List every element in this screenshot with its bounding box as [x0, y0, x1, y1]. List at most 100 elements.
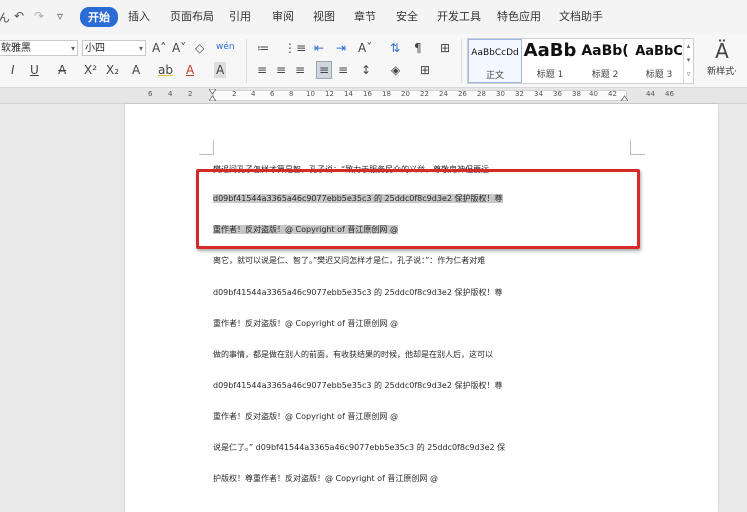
ruler-label: 36: [553, 90, 562, 98]
indent-marker-icon[interactable]: [209, 89, 216, 101]
text-line[interactable]: 做的事情，都是做在别人的前面，有收获结果的时候，他却是在别人后，这可以: [213, 346, 633, 364]
align-center-button[interactable]: ≡: [276, 62, 286, 78]
ruler-label: 30: [496, 90, 505, 98]
subscript-button[interactable]: X₂: [106, 62, 119, 78]
align-left-button[interactable]: ≡: [257, 62, 267, 78]
tab-insert[interactable]: 插入: [128, 8, 150, 24]
text-run: d09bf41544a3365a46c9077ebb5e35c3 的 25ddc…: [213, 381, 503, 390]
style-heading-2[interactable]: AaBb( 标题 2: [578, 39, 632, 83]
chevron-up-icon[interactable]: ▴: [684, 39, 693, 53]
style-label: 标题 3: [645, 70, 673, 80]
tab-chapter[interactable]: 章节: [354, 8, 376, 24]
chevron-down-icon[interactable]: ▾: [71, 41, 75, 57]
grow-font-button[interactable]: A˄: [152, 40, 166, 56]
font-name-combo[interactable]: 软雅黑 ▾: [0, 40, 78, 56]
chevron-down-icon[interactable]: ▾: [684, 53, 693, 67]
undo-icon[interactable]: ↶: [14, 9, 24, 23]
tab-security[interactable]: 安全: [396, 8, 418, 24]
shrink-font-button[interactable]: A˅: [172, 40, 186, 56]
new-style-icon: Ä: [715, 39, 729, 63]
text-line[interactable]: d09bf41544a3365a46c9077ebb5e35c3 的 25ddc…: [213, 377, 633, 395]
style-label: 标题 1: [536, 70, 564, 80]
strikethrough-button[interactable]: A: [58, 62, 66, 78]
ruler-label: 12: [325, 90, 334, 98]
font-color-button[interactable]: A: [186, 62, 194, 78]
style-preview: AaBb(: [581, 43, 629, 59]
underline-button[interactable]: U: [30, 62, 39, 78]
text-effect-button[interactable]: A: [132, 62, 140, 78]
ruler-label: 16: [363, 90, 372, 98]
indent-button[interactable]: ⇥: [336, 40, 346, 56]
document-area[interactable]: 樊迟问孔子怎样才算是智，孔子说：“致力于服务民众的义举，尊敬鬼神但要远 d09b…: [0, 104, 747, 512]
numbering-button[interactable]: ⋮≡: [284, 40, 306, 56]
phonetic-guide-button[interactable]: wén: [216, 39, 235, 55]
text-run: 护版权！尊重作者！反对盗版！@ Copyright of 晋江原创网 @: [213, 474, 438, 483]
text-line[interactable]: d09bf41544a3365a46c9077ebb5e35c3 的 25ddc…: [213, 284, 633, 302]
tab-page-layout[interactable]: 页面布局: [170, 8, 214, 24]
tab-feature-apps[interactable]: 特色应用: [497, 8, 541, 24]
font-name-value: 软雅黑: [1, 43, 31, 54]
text-run: 重作者！反对盗版！@ Copyright of 晋江原创网 @: [213, 412, 398, 421]
align-right-button[interactable]: ≡: [295, 62, 305, 78]
text-line[interactable]: 说是仁了。” d09bf41544a3365a46c9077ebb5e35c3 …: [213, 439, 633, 457]
outdent-button[interactable]: ⇤: [314, 40, 324, 56]
toolbar-divider: [461, 39, 462, 83]
style-label: 正文: [485, 71, 504, 81]
style-heading-3[interactable]: AaBbC 标题 3: [633, 39, 685, 83]
ruler-label: 46: [665, 90, 674, 98]
text-run: 做的事情，都是做在别人的前面，有收获结果的时候，他却是在别人后，这可以: [213, 350, 493, 359]
style-heading-1[interactable]: AaBb 标题 1: [523, 39, 577, 83]
char-shading-button[interactable]: A: [214, 62, 227, 78]
quick-access-menu-icon[interactable]: ▿: [57, 9, 63, 23]
chevron-down-icon[interactable]: ▾: [139, 41, 143, 57]
text-run: 重作者！反对盗版！@ Copyright of 晋江原创网 @: [213, 319, 398, 328]
clear-format-icon[interactable]: ◇: [195, 40, 204, 56]
style-gallery: AaBbCcDd 正文 AaBb 标题 1 AaBb( 标题 2 AaBbC 标…: [467, 38, 694, 84]
bullets-button[interactable]: ≔: [257, 40, 269, 56]
gallery-scroll[interactable]: ▴ ▾ ▿: [683, 39, 693, 83]
line-spacing-button[interactable]: ↕: [361, 62, 371, 78]
ruler-label: 28: [477, 90, 486, 98]
ruler-label: 40: [589, 90, 598, 98]
table-border-icon[interactable]: ⊞: [440, 40, 450, 56]
borders-button[interactable]: ⊞: [420, 62, 430, 78]
ruler-label: 18: [382, 90, 391, 98]
text-line[interactable]: 离它，就可以说是仁、智了。”樊迟又问怎样才是仁，孔子说：”：作为仁者对难: [213, 252, 633, 270]
ruler-label: 2: [232, 90, 237, 98]
ruler-label: 34: [534, 90, 543, 98]
justify-button[interactable]: ≡: [316, 61, 333, 79]
ruler-label: 10: [306, 90, 315, 98]
tab-references[interactable]: 引用: [229, 8, 251, 24]
new-style-button[interactable]: Ä 新样式·: [699, 38, 745, 84]
tab-home[interactable]: 开始: [80, 7, 118, 27]
shading-button[interactable]: ◈: [391, 62, 400, 78]
italic-button[interactable]: I: [11, 62, 15, 78]
superscript-button[interactable]: X²: [84, 62, 97, 78]
horizontal-ruler[interactable]: 6 4 2 2 4 6 8 10 12 14 16 18 20 22 24 26…: [0, 88, 747, 104]
show-marks-button[interactable]: ¶: [414, 40, 422, 56]
tab-document-assistant[interactable]: 文档助手: [559, 8, 603, 24]
ruler-label: 38: [572, 90, 581, 98]
text-line[interactable]: 护版权！尊重作者！反对盗版！@ Copyright of 晋江原创网 @: [213, 470, 633, 488]
ruler-label: 42: [608, 90, 617, 98]
style-normal[interactable]: AaBbCcDd 正文: [468, 39, 522, 83]
tab-view[interactable]: 视图: [313, 8, 335, 24]
change-case-button[interactable]: Aˇ: [358, 40, 372, 56]
toolbar-divider: [246, 39, 247, 83]
tab-developer-tools[interactable]: 开发工具: [437, 8, 481, 24]
ruler-label: 14: [344, 90, 353, 98]
font-size-combo[interactable]: 小四 ▾: [82, 40, 146, 56]
text-line[interactable]: 重作者！反对盗版！@ Copyright of 晋江原创网 @: [213, 408, 633, 426]
expand-icon[interactable]: ▿: [684, 67, 693, 81]
font-size-value: 小四: [85, 43, 105, 54]
tab-review[interactable]: 审阅: [272, 8, 294, 24]
redo-icon[interactable]: ↷: [34, 9, 44, 23]
sort-button[interactable]: ⇅: [390, 40, 400, 56]
distribute-button[interactable]: ≡: [338, 62, 348, 78]
document-page[interactable]: 樊迟问孔子怎样才算是智，孔子说：“致力于服务民众的义举，尊敬鬼神但要远 d09b…: [125, 104, 718, 512]
text-line[interactable]: 重作者！反对盗版！@ Copyright of 晋江原创网 @: [213, 315, 633, 333]
style-preview: AaBbCcDd: [471, 48, 519, 58]
quick-access-glyph[interactable]: ん: [0, 9, 10, 26]
right-indent-marker-icon[interactable]: [621, 89, 628, 101]
highlight-button[interactable]: ab: [158, 62, 173, 78]
